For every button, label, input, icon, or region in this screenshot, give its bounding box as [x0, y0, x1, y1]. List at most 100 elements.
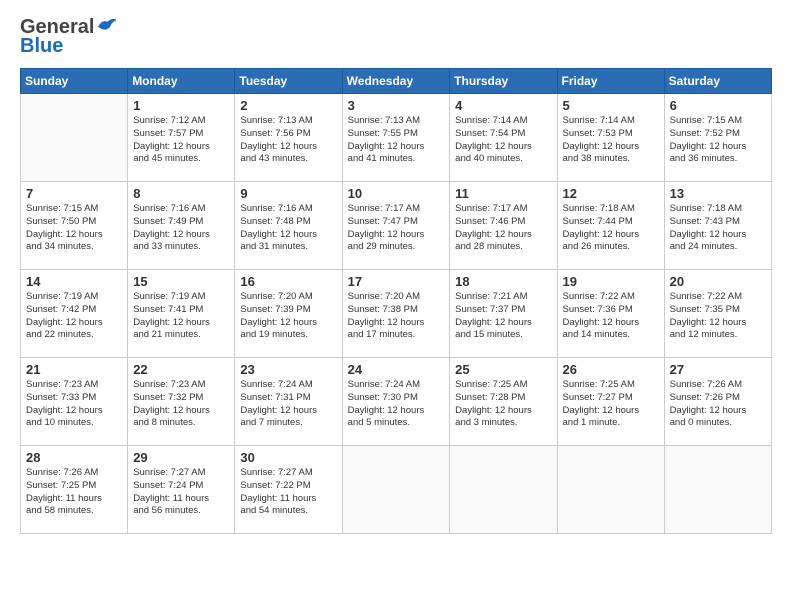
day-number: 14 — [26, 274, 122, 289]
calendar-cell: 5 Sunrise: 7:14 AMSunset: 7:53 PMDaylight… — [557, 94, 664, 182]
day-number: 6 — [670, 98, 766, 113]
calendar-week-row: 14 Sunrise: 7:19 AMSunset: 7:42 PMDayligh… — [21, 270, 772, 358]
weekday-header-wednesday: Wednesday — [342, 69, 450, 94]
day-number: 12 — [563, 186, 659, 201]
day-number: 28 — [26, 450, 122, 465]
calendar-week-row: 7 Sunrise: 7:15 AMSunset: 7:50 PMDaylight… — [21, 182, 772, 270]
calendar-cell: 10 Sunrise: 7:17 AMSunset: 7:47 PMDayligh… — [342, 182, 450, 270]
day-number: 21 — [26, 362, 122, 377]
day-info: Sunrise: 7:15 AMSunset: 7:50 PMDaylight:… — [26, 203, 122, 254]
logo-bird-icon — [96, 17, 118, 35]
calendar-cell: 2 Sunrise: 7:13 AMSunset: 7:56 PMDaylight… — [235, 94, 342, 182]
day-number: 3 — [348, 98, 445, 113]
day-number: 24 — [348, 362, 445, 377]
calendar-cell: 3 Sunrise: 7:13 AMSunset: 7:55 PMDaylight… — [342, 94, 450, 182]
calendar-table: SundayMondayTuesdayWednesdayThursdayFrid… — [20, 68, 772, 534]
day-info: Sunrise: 7:24 AMSunset: 7:31 PMDaylight:… — [240, 379, 336, 430]
day-info: Sunrise: 7:25 AMSunset: 7:28 PMDaylight:… — [455, 379, 551, 430]
day-number: 13 — [670, 186, 766, 201]
weekday-header-friday: Friday — [557, 69, 664, 94]
day-number: 1 — [133, 98, 229, 113]
day-number: 8 — [133, 186, 229, 201]
calendar-cell: 25 Sunrise: 7:25 AMSunset: 7:28 PMDayligh… — [450, 358, 557, 446]
calendar-week-row: 21 Sunrise: 7:23 AMSunset: 7:33 PMDayligh… — [21, 358, 772, 446]
calendar-cell: 19 Sunrise: 7:22 AMSunset: 7:36 PMDayligh… — [557, 270, 664, 358]
day-info: Sunrise: 7:25 AMSunset: 7:27 PMDaylight:… — [563, 379, 659, 430]
day-info: Sunrise: 7:27 AMSunset: 7:22 PMDaylight:… — [240, 467, 336, 518]
day-number: 16 — [240, 274, 336, 289]
day-info: Sunrise: 7:23 AMSunset: 7:33 PMDaylight:… — [26, 379, 122, 430]
calendar-cell: 6 Sunrise: 7:15 AMSunset: 7:52 PMDaylight… — [664, 94, 771, 182]
calendar-cell: 29Sunrise: 7:27 AMSunset: 7:24 PMDayligh… — [128, 446, 235, 534]
calendar-cell: 4Sunrise: 7:14 AMSunset: 7:54 PMDaylight… — [450, 94, 557, 182]
day-number: 17 — [348, 274, 445, 289]
day-info: Sunrise: 7:19 AMSunset: 7:42 PMDaylight:… — [26, 291, 122, 342]
day-info: Sunrise: 7:26 AMSunset: 7:26 PMDaylight:… — [670, 379, 766, 430]
calendar-cell: 18 Sunrise: 7:21 AMSunset: 7:37 PMDayligh… — [450, 270, 557, 358]
day-number: 19 — [563, 274, 659, 289]
day-info: Sunrise: 7:22 AMSunset: 7:35 PMDaylight:… — [670, 291, 766, 342]
day-number: 18 — [455, 274, 551, 289]
day-number: 5 — [563, 98, 659, 113]
weekday-header-row: SundayMondayTuesdayWednesdayThursdayFrid… — [21, 69, 772, 94]
day-info: Sunrise: 7:16 AMSunset: 7:48 PMDaylight:… — [240, 203, 336, 254]
day-info: Sunrise: 7:18 AMSunset: 7:44 PMDaylight:… — [563, 203, 659, 254]
day-info: Sunrise: 7:13 AMSunset: 7:55 PMDaylight:… — [348, 115, 445, 166]
day-number: 2 — [240, 98, 336, 113]
calendar-cell: 28 Sunrise: 7:26 AMSunset: 7:25 PMDayligh… — [21, 446, 128, 534]
weekday-header-sunday: Sunday — [21, 69, 128, 94]
page-header: General Blue — [20, 16, 772, 58]
day-number: 15 — [133, 274, 229, 289]
calendar-cell: 30 Sunrise: 7:27 AMSunset: 7:22 PMDayligh… — [235, 446, 342, 534]
calendar-cell: 17 Sunrise: 7:20 AMSunset: 7:38 PMDayligh… — [342, 270, 450, 358]
day-number: 23 — [240, 362, 336, 377]
calendar-cell: 24 Sunrise: 7:24 AMSunset: 7:30 PMDayligh… — [342, 358, 450, 446]
day-info: Sunrise: 7:26 AMSunset: 7:25 PMDaylight:… — [26, 467, 122, 518]
calendar-cell: 9 Sunrise: 7:16 AMSunset: 7:48 PMDaylight… — [235, 182, 342, 270]
day-info: Sunrise: 7:15 AMSunset: 7:52 PMDaylight:… — [670, 115, 766, 166]
day-number: 9 — [240, 186, 336, 201]
calendar-cell: 1 Sunrise: 7:12 AMSunset: 7:57 PMDaylight… — [128, 94, 235, 182]
day-number: 7 — [26, 186, 122, 201]
calendar-cell: 12 Sunrise: 7:18 AMSunset: 7:44 PMDayligh… — [557, 182, 664, 270]
calendar-cell: 14 Sunrise: 7:19 AMSunset: 7:42 PMDayligh… — [21, 270, 128, 358]
day-number: 30 — [240, 450, 336, 465]
day-info: Sunrise: 7:27 AMSunset: 7:24 PMDaylight:… — [133, 467, 229, 518]
calendar-cell: 26 Sunrise: 7:25 AMSunset: 7:27 PMDayligh… — [557, 358, 664, 446]
logo: General Blue — [20, 16, 118, 58]
day-info: Sunrise: 7:21 AMSunset: 7:37 PMDaylight:… — [455, 291, 551, 342]
day-info: Sunrise: 7:14 AMSunset: 7:54 PMDaylight:… — [455, 115, 551, 166]
day-number: 27 — [670, 362, 766, 377]
day-info: Sunrise: 7:19 AMSunset: 7:41 PMDaylight:… — [133, 291, 229, 342]
day-info: Sunrise: 7:22 AMSunset: 7:36 PMDaylight:… — [563, 291, 659, 342]
weekday-header-saturday: Saturday — [664, 69, 771, 94]
day-info: Sunrise: 7:13 AMSunset: 7:56 PMDaylight:… — [240, 115, 336, 166]
calendar-cell: 16Sunrise: 7:20 AMSunset: 7:39 PMDayligh… — [235, 270, 342, 358]
calendar-cell: 7 Sunrise: 7:15 AMSunset: 7:50 PMDaylight… — [21, 182, 128, 270]
day-number: 11 — [455, 186, 551, 201]
day-info: Sunrise: 7:12 AMSunset: 7:57 PMDaylight:… — [133, 115, 229, 166]
day-info: Sunrise: 7:14 AMSunset: 7:53 PMDaylight:… — [563, 115, 659, 166]
weekday-header-tuesday: Tuesday — [235, 69, 342, 94]
calendar-cell: 27 Sunrise: 7:26 AMSunset: 7:26 PMDayligh… — [664, 358, 771, 446]
calendar-week-row: 1 Sunrise: 7:12 AMSunset: 7:57 PMDaylight… — [21, 94, 772, 182]
calendar-cell: 21 Sunrise: 7:23 AMSunset: 7:33 PMDayligh… — [21, 358, 128, 446]
calendar-cell: 20Sunrise: 7:22 AMSunset: 7:35 PMDayligh… — [664, 270, 771, 358]
calendar-cell — [450, 446, 557, 534]
day-info: Sunrise: 7:18 AMSunset: 7:43 PMDaylight:… — [670, 203, 766, 254]
day-info: Sunrise: 7:17 AMSunset: 7:47 PMDaylight:… — [348, 203, 445, 254]
day-info: Sunrise: 7:24 AMSunset: 7:30 PMDaylight:… — [348, 379, 445, 430]
calendar-cell — [664, 446, 771, 534]
day-number: 10 — [348, 186, 445, 201]
calendar-cell: 23 Sunrise: 7:24 AMSunset: 7:31 PMDayligh… — [235, 358, 342, 446]
calendar-cell — [342, 446, 450, 534]
calendar-cell — [21, 94, 128, 182]
day-info: Sunrise: 7:20 AMSunset: 7:38 PMDaylight:… — [348, 291, 445, 342]
day-number: 25 — [455, 362, 551, 377]
day-number: 22 — [133, 362, 229, 377]
day-number: 26 — [563, 362, 659, 377]
calendar-cell — [557, 446, 664, 534]
day-info: Sunrise: 7:23 AMSunset: 7:32 PMDaylight:… — [133, 379, 229, 430]
weekday-header-thursday: Thursday — [450, 69, 557, 94]
logo-blue-text: Blue — [20, 35, 63, 58]
